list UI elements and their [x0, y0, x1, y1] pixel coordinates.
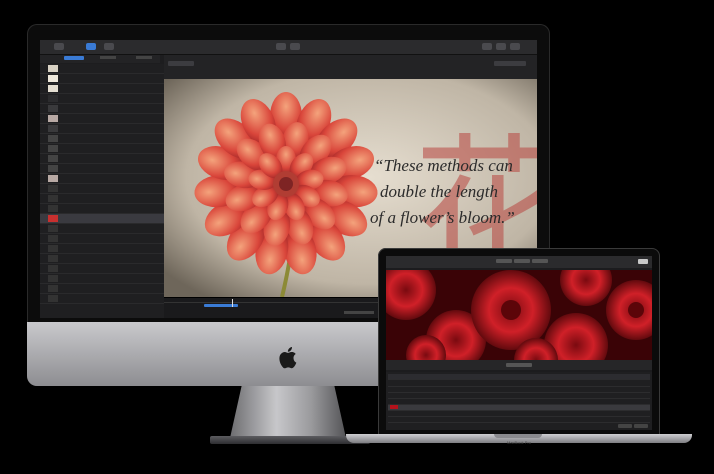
layer-thumbnail — [48, 85, 58, 92]
batch-header[interactable] — [388, 374, 650, 380]
layer-thumbnail — [48, 285, 58, 292]
layer-thumbnail — [48, 75, 58, 82]
layer-thumbnail — [48, 175, 58, 182]
apple-logo — [279, 347, 297, 369]
layer-row[interactable] — [40, 294, 164, 304]
layer-thumbnail — [48, 245, 58, 252]
layer-row[interactable] — [40, 84, 164, 94]
compressor-toolbar — [386, 256, 652, 268]
playhead[interactable] — [232, 299, 233, 307]
layer-row[interactable] — [40, 284, 164, 294]
layer-thumbnail — [48, 295, 58, 302]
toolbar-button[interactable] — [290, 43, 300, 50]
canvas-quote-line-3: of a flower’s bloom.” — [370, 208, 515, 227]
layer-thumbnail — [48, 145, 58, 152]
layer-row[interactable] — [40, 114, 164, 124]
inspector-tabs — [40, 55, 160, 63]
macbook-screen — [386, 256, 652, 430]
layer-row[interactable] — [40, 104, 164, 114]
layer-row[interactable] — [40, 154, 164, 164]
tab-audio[interactable] — [136, 56, 152, 59]
layers-list — [40, 64, 164, 318]
job-thumbnail — [390, 405, 398, 409]
toolbar-button-active[interactable] — [86, 43, 96, 50]
layer-thumbnail — [48, 115, 58, 122]
layer-thumbnail — [48, 165, 58, 172]
toolbar-button[interactable] — [496, 259, 512, 263]
transport-controls[interactable] — [344, 311, 374, 314]
layer-row[interactable] — [40, 124, 164, 134]
view-popup[interactable] — [494, 61, 526, 66]
layer-row[interactable] — [40, 254, 164, 264]
preview-viewer[interactable] — [386, 270, 652, 360]
macbook-label: MacBook Pro — [506, 440, 531, 445]
imac-stand — [230, 386, 346, 438]
layer-row[interactable] — [40, 204, 164, 214]
layer-thumbnail — [48, 185, 58, 192]
toolbar-button[interactable] — [276, 43, 286, 50]
layer-thumbnail — [48, 255, 58, 262]
layer-row-selected[interactable] — [40, 214, 164, 224]
layer-thumbnail — [48, 235, 58, 242]
layer-row[interactable] — [40, 244, 164, 254]
playback-controls[interactable] — [506, 363, 532, 367]
toolbar-button[interactable] — [532, 259, 548, 263]
preview-controls — [386, 360, 652, 370]
canvas-quote-line-1: “These methods can — [374, 156, 513, 175]
layer-row[interactable] — [40, 74, 164, 84]
layer-thumbnail — [48, 95, 58, 102]
layer-thumbnail — [48, 135, 58, 142]
tab-media[interactable] — [100, 56, 116, 59]
macbook-notch — [494, 434, 542, 438]
toolbar-button[interactable] — [54, 43, 64, 50]
layer-row[interactable] — [40, 264, 164, 274]
toolbar-button[interactable] — [514, 259, 530, 263]
batch-list — [386, 372, 652, 430]
start-batch-button[interactable] — [638, 259, 648, 264]
layer-row[interactable] — [40, 144, 164, 154]
layer-thumbnail — [48, 65, 58, 72]
toolbar-button[interactable] — [482, 43, 492, 50]
layer-thumbnail — [48, 205, 58, 212]
canvas-header — [164, 55, 537, 79]
rose-preview — [386, 270, 652, 360]
layer-row[interactable] — [40, 174, 164, 184]
layer-row[interactable] — [40, 134, 164, 144]
layer-row[interactable] — [40, 224, 164, 234]
layer-thumbnail — [48, 195, 58, 202]
layer-thumbnail — [48, 125, 58, 132]
layer-thumbnail — [48, 155, 58, 162]
zoom-popup[interactable] — [168, 61, 194, 66]
canvas-quote-line-2: double the length — [380, 182, 498, 201]
batch-row[interactable] — [388, 417, 650, 423]
layer-row[interactable] — [40, 274, 164, 284]
layer-thumbnail — [48, 215, 58, 222]
toolbar-button[interactable] — [104, 43, 114, 50]
layer-thumbnail — [48, 265, 58, 272]
footer-button[interactable] — [618, 424, 632, 428]
layer-thumbnail — [48, 105, 58, 112]
toolbar-button[interactable] — [510, 43, 520, 50]
layer-row[interactable] — [40, 64, 164, 74]
layer-row[interactable] — [40, 234, 164, 244]
layer-thumbnail — [48, 225, 58, 232]
layer-row[interactable] — [40, 184, 164, 194]
tab-layers[interactable] — [64, 56, 84, 60]
layer-row[interactable] — [40, 94, 164, 104]
layer-row[interactable] — [40, 164, 164, 174]
layer-thumbnail — [48, 275, 58, 282]
footer-button[interactable] — [634, 424, 648, 428]
motion-toolbar — [40, 40, 537, 55]
toolbar-button[interactable] — [496, 43, 506, 50]
layer-row[interactable] — [40, 194, 164, 204]
